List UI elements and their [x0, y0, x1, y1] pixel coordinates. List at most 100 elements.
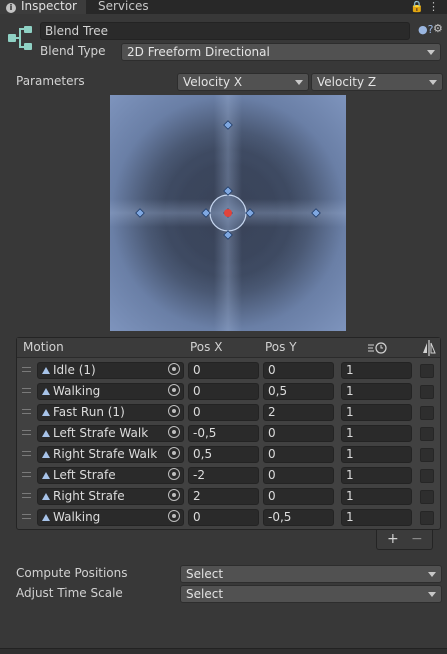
time-scale-field[interactable]: 1 — [341, 467, 412, 484]
menu-icon[interactable]: ⋮ — [428, 0, 443, 13]
pos-x-field[interactable]: 0 — [188, 509, 259, 526]
tab-services[interactable]: Services — [90, 0, 149, 14]
adjust-time-scale-label: Adjust Time Scale — [16, 586, 123, 600]
help-icon[interactable]: ●? — [418, 23, 433, 36]
motion-clip-field[interactable]: Right Strafe Walk — [37, 446, 184, 463]
drag-handle-icon[interactable] — [22, 409, 31, 414]
blend-tree-name-field[interactable]: Blend Tree — [40, 22, 410, 40]
drag-handle-icon[interactable] — [22, 514, 31, 519]
pos-y-field[interactable]: 0 — [263, 488, 334, 505]
mirror-checkbox[interactable] — [420, 448, 434, 462]
motion-row[interactable]: Fast Run (1) 0 2 1 — [17, 402, 440, 423]
adjust-time-scale-dropdown[interactable]: Select — [180, 585, 442, 603]
motion-clip-field[interactable]: Fast Run (1) — [37, 404, 184, 421]
parameter-x-dropdown[interactable]: Velocity X — [177, 73, 309, 91]
motion-row[interactable]: Left Strafe Walk -0,5 0 1 — [17, 423, 440, 444]
mirror-icon — [423, 340, 436, 356]
mirror-checkbox[interactable] — [420, 511, 434, 525]
pos-x-field[interactable]: 0 — [188, 404, 259, 421]
pos-y-field[interactable]: 0,5 — [263, 383, 334, 400]
pos-x-field[interactable]: 0,5 — [188, 446, 259, 463]
object-picker-icon[interactable] — [168, 405, 180, 417]
drag-handle-icon[interactable] — [22, 493, 31, 498]
time-scale-field[interactable]: 1 — [341, 383, 412, 400]
motion-list-footer: + − — [376, 530, 433, 550]
parameters-label: Parameters — [16, 74, 85, 88]
motion-row[interactable]: Right Strafe Walk 0,5 0 1 — [17, 444, 440, 465]
animation-clip-icon — [42, 472, 50, 479]
pos-x-field[interactable]: -2 — [188, 467, 259, 484]
drag-handle-icon[interactable] — [22, 472, 31, 477]
tab-inspector[interactable]: i Inspector — [0, 0, 86, 14]
motion-clip-field[interactable]: Right Strafe — [37, 488, 184, 505]
pos-y-field[interactable]: 0 — [263, 446, 334, 463]
motion-row[interactable]: Walking 0 -0,5 1 — [17, 507, 440, 528]
motion-clip-field[interactable]: Left Strafe — [37, 467, 184, 484]
animation-clip-icon — [42, 451, 50, 458]
drag-handle-icon[interactable] — [22, 367, 31, 372]
motion-clip-name: Left Strafe Walk — [53, 426, 149, 440]
pos-y-field[interactable]: 0 — [263, 425, 334, 442]
blend-space-visualization[interactable] — [110, 95, 346, 331]
animation-clip-icon — [42, 409, 50, 416]
mirror-checkbox[interactable] — [420, 469, 434, 483]
object-picker-icon[interactable] — [168, 426, 180, 438]
object-picker-icon[interactable] — [168, 510, 180, 522]
motion-table-header: Motion Pos X Pos Y — [17, 338, 440, 358]
pos-y-field[interactable]: 0 — [263, 362, 334, 379]
parameter-y-dropdown[interactable]: Velocity Z — [311, 73, 443, 91]
column-pos-x: Pos X — [190, 340, 223, 354]
mirror-checkbox[interactable] — [420, 406, 434, 420]
add-motion-button[interactable]: + — [387, 530, 399, 548]
object-picker-icon[interactable] — [168, 489, 180, 501]
motion-row[interactable]: Right Strafe 2 0 1 — [17, 486, 440, 507]
blend-type-dropdown[interactable]: 2D Freeform Directional — [121, 43, 441, 61]
settings-icon[interactable]: ⚙ — [433, 22, 443, 35]
lock-icon[interactable]: 🔒 — [410, 0, 428, 13]
mirror-checkbox[interactable] — [420, 385, 434, 399]
chevron-down-icon — [428, 572, 436, 577]
blend-type-label: Blend Type — [40, 44, 106, 58]
motion-row[interactable]: Left Strafe -2 0 1 — [17, 465, 440, 486]
time-scale-field[interactable]: 1 — [341, 446, 412, 463]
compute-positions-dropdown[interactable]: Select — [180, 565, 442, 583]
mirror-checkbox[interactable] — [420, 364, 434, 378]
drag-handle-icon[interactable] — [22, 451, 31, 456]
motion-row[interactable]: Idle (1) 0 0 1 — [17, 360, 440, 381]
pos-y-field[interactable]: 2 — [263, 404, 334, 421]
animation-clip-icon — [42, 493, 50, 500]
object-picker-icon[interactable] — [168, 384, 180, 396]
pos-x-field[interactable]: -0,5 — [188, 425, 259, 442]
object-picker-icon[interactable] — [168, 468, 180, 480]
blend-type-value: 2D Freeform Directional — [127, 45, 270, 59]
motion-clip-name: Idle (1) — [53, 363, 96, 377]
mirror-checkbox[interactable] — [420, 427, 434, 441]
tab-inspector-label: Inspector — [21, 0, 77, 13]
motion-clip-field[interactable]: Left Strafe Walk — [37, 425, 184, 442]
motion-clip-field[interactable]: Walking — [37, 509, 184, 526]
pos-x-field[interactable]: 2 — [188, 488, 259, 505]
time-scale-field[interactable]: 1 — [341, 509, 412, 526]
current-parameter-point[interactable] — [224, 209, 232, 217]
object-picker-icon[interactable] — [168, 447, 180, 459]
animation-clip-icon — [42, 430, 50, 437]
mirror-checkbox[interactable] — [420, 490, 434, 504]
pos-y-field[interactable]: -0,5 — [263, 509, 334, 526]
next-component-strip — [0, 648, 447, 654]
time-scale-field[interactable]: 1 — [341, 488, 412, 505]
pos-x-field[interactable]: 0 — [188, 362, 259, 379]
object-picker-icon[interactable] — [168, 363, 180, 375]
time-scale-field[interactable]: 1 — [341, 362, 412, 379]
animation-clip-icon — [42, 367, 50, 374]
time-scale-field[interactable]: 1 — [341, 404, 412, 421]
drag-handle-icon[interactable] — [22, 430, 31, 435]
motion-clip-name: Right Strafe Walk — [53, 447, 158, 461]
drag-handle-icon[interactable] — [22, 388, 31, 393]
remove-motion-button[interactable]: − — [411, 530, 423, 548]
time-scale-field[interactable]: 1 — [341, 425, 412, 442]
motion-clip-field[interactable]: Idle (1) — [37, 362, 184, 379]
motion-clip-field[interactable]: Walking — [37, 383, 184, 400]
pos-y-field[interactable]: 0 — [263, 467, 334, 484]
motion-row[interactable]: Walking 0 0,5 1 — [17, 381, 440, 402]
pos-x-field[interactable]: 0 — [188, 383, 259, 400]
